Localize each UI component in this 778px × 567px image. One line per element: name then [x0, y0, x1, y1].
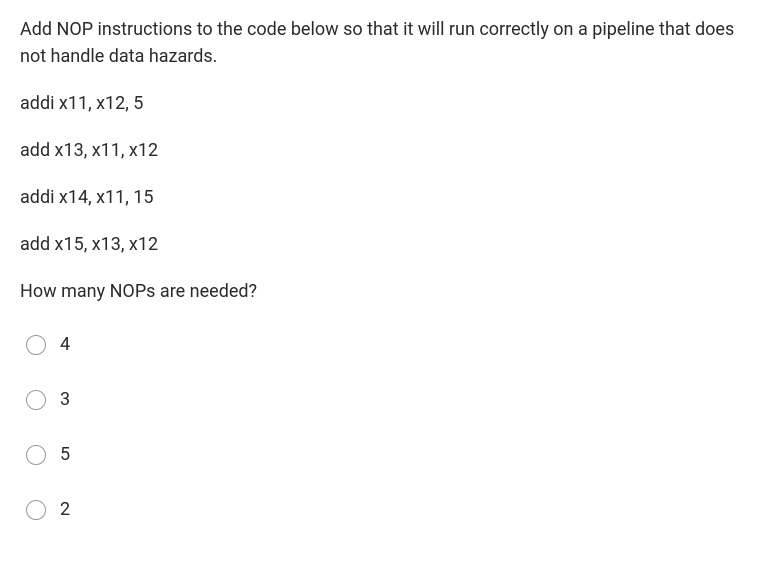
code-line: add x15, x13, x12	[20, 231, 758, 258]
radio-option-0[interactable]	[26, 335, 46, 355]
option-row: 3	[20, 386, 758, 413]
radio-option-2[interactable]	[26, 445, 46, 465]
option-row: 4	[20, 331, 758, 358]
option-label[interactable]: 4	[60, 331, 70, 358]
code-line: addi x14, x11, 15	[20, 184, 758, 211]
question-intro: Add NOP instructions to the code below s…	[20, 16, 758, 70]
option-label[interactable]: 3	[60, 386, 70, 413]
radio-option-1[interactable]	[26, 390, 46, 410]
code-line: add x13, x11, x12	[20, 137, 758, 164]
question-prompt: How many NOPs are needed?	[20, 278, 758, 305]
code-line: addi x11, x12, 5	[20, 90, 758, 117]
option-row: 5	[20, 441, 758, 468]
option-label[interactable]: 5	[60, 441, 70, 468]
